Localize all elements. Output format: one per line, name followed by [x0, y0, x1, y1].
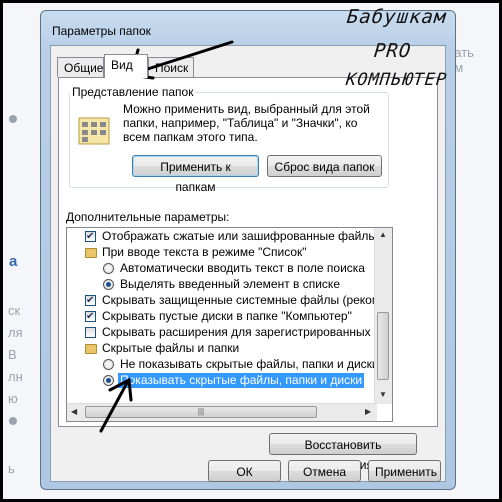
- restore-defaults-button[interactable]: Восстановить умолчания: [269, 433, 417, 472]
- checkbox[interactable]: [85, 293, 96, 308]
- tab-general[interactable]: Общие: [57, 57, 104, 77]
- bg-text-5: ля: [8, 325, 23, 340]
- bg-text-8: ю: [8, 391, 18, 406]
- list-item-label: При вводе текста в режиме "Список": [102, 245, 307, 259]
- checkbox[interactable]: [85, 229, 96, 244]
- list-item-label: Скрывать пустые диски в папке "Компьютер…: [102, 309, 352, 323]
- folder-view-description: Можно применить вид, выбранный для этой …: [123, 102, 370, 144]
- radio-button[interactable]: [103, 375, 114, 386]
- horizontal-scrollbar[interactable]: ◀ ||| ▶: [67, 403, 377, 421]
- apply-to-folders-button[interactable]: Применить к папкам: [132, 155, 259, 194]
- list-item-label: Не показывать скрытые файлы, папки и дис…: [120, 357, 379, 371]
- list-item-label: Показывать скрытые файлы, папки и диски: [118, 373, 365, 388]
- folder-view-icon: [78, 117, 110, 145]
- overlay-title-line2: PRO: [372, 40, 413, 62]
- folder-view-title: Представление папок: [70, 85, 196, 99]
- advanced-settings-list[interactable]: Отображать сжатые или зашифрованные файл…: [66, 227, 393, 422]
- folder-icon: [85, 344, 97, 354]
- checkbox[interactable]: [85, 309, 96, 324]
- list-item-label: Отображать сжатые или зашифрованные файл…: [102, 229, 393, 243]
- advanced-settings-label: Дополнительные параметры:: [66, 210, 230, 224]
- bg-dot: [9, 417, 17, 425]
- list-item-label: Автоматически вводить текст в поле поиск…: [120, 261, 365, 275]
- bg-text-4: ск: [8, 303, 21, 318]
- list-item: Скрытые файлы и папки: [67, 341, 377, 356]
- overlay-title-line3: КОМПЬЮТЕР: [344, 70, 449, 90]
- list-item[interactable]: Скрывать защищенные системные файлы (рек…: [67, 293, 392, 308]
- apply-button[interactable]: Применить: [368, 460, 441, 482]
- checkbox[interactable]: [85, 327, 96, 338]
- scroll-left-icon[interactable]: ◀: [71, 407, 77, 416]
- folder-view-group: Представление папок Можно применить вид,…: [69, 85, 389, 194]
- scroll-down-icon[interactable]: ▼: [379, 390, 387, 399]
- list-item[interactable]: Скрывать пустые диски в папке "Компьютер…: [67, 309, 377, 324]
- radio-button[interactable]: [103, 279, 114, 290]
- bg-text-3: а: [9, 253, 18, 270]
- list-item[interactable]: Выделять введенный элемент в списке: [67, 277, 377, 292]
- radio-button[interactable]: [103, 359, 114, 370]
- bg-text-7: лн: [8, 369, 23, 384]
- vertical-scrollbar[interactable]: ▲ ▼: [374, 228, 392, 404]
- overlay-title-line1: Бабушкам: [345, 6, 448, 28]
- bg-dot: [9, 115, 17, 123]
- scroll-thumb[interactable]: |||: [85, 406, 317, 418]
- window-title: Параметры папок: [52, 24, 151, 38]
- folder-icon: [85, 248, 97, 258]
- scroll-thumb[interactable]: [377, 312, 389, 380]
- list-item[interactable]: Автоматически вводить текст в поле поиск…: [67, 261, 377, 276]
- list-item: При вводе текста в режиме "Список": [67, 245, 377, 260]
- bg-text-9: ь: [8, 461, 15, 476]
- bg-text-6: В: [8, 347, 17, 362]
- list-item-label: Выделять введенный элемент в списке: [120, 277, 340, 291]
- reset-folders-button[interactable]: Сброс вида папок: [267, 155, 382, 177]
- list-item[interactable]: Не показывать скрытые файлы, папки и дис…: [67, 357, 379, 372]
- list-item[interactable]: Скрывать расширения для зарегистрированн…: [67, 325, 392, 340]
- cancel-button[interactable]: Отмена: [288, 460, 361, 482]
- tab-search[interactable]: Поиск: [148, 57, 194, 77]
- ok-button[interactable]: ОК: [208, 460, 281, 482]
- list-item[interactable]: Отображать сжатые или зашифрованные файл…: [67, 229, 392, 244]
- tab-view[interactable]: Вид: [104, 54, 148, 78]
- scroll-right-icon[interactable]: ▶: [365, 407, 371, 416]
- list-item-label: Скрывать расширения для зарегистрированн…: [102, 325, 393, 339]
- radio-button[interactable]: [103, 263, 114, 274]
- list-item-label: Скрытые файлы и папки: [102, 341, 240, 355]
- scroll-up-icon[interactable]: ▲: [379, 230, 387, 239]
- view-tab-panel: Представление папок Можно применить вид,…: [58, 77, 438, 427]
- list-item-label: Скрывать защищенные системные файлы (рек…: [102, 293, 393, 307]
- dialog-body: Общие Вид Поиск Представление папок Можн…: [50, 45, 446, 482]
- list-item[interactable]: Показывать скрытые файлы, папки и диски: [67, 373, 377, 388]
